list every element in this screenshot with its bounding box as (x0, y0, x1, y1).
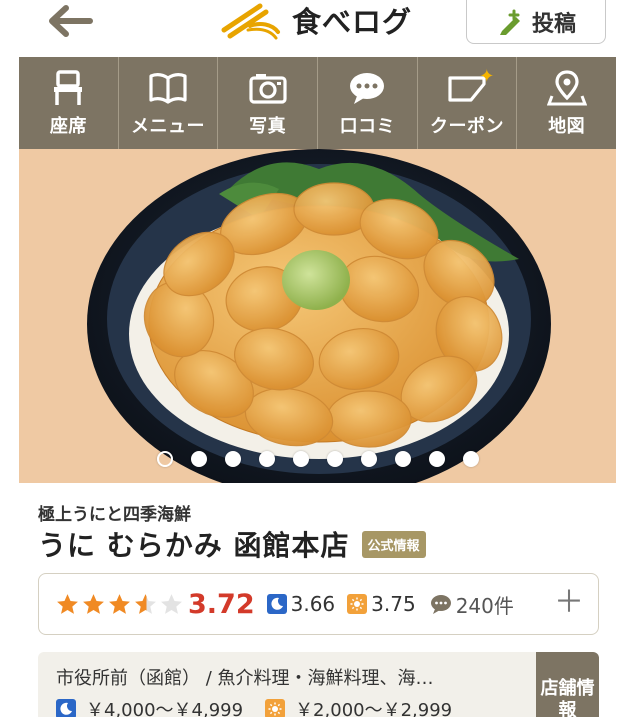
carousel-dot[interactable] (360, 451, 377, 467)
expand-plus-icon[interactable]: ＋ (554, 586, 584, 620)
sun-icon (347, 594, 368, 614)
lunch-score-value: 3.75 (371, 592, 416, 616)
restaurant-title-row: うに むらかみ 函館本店 公式情報 (38, 524, 426, 564)
carousel-dot[interactable] (156, 451, 173, 467)
pencil-plus-icon (499, 9, 520, 35)
moon-icon (56, 699, 76, 717)
hero-photo-carousel[interactable] (19, 149, 616, 483)
nav-item-coupons[interactable]: ✦ クーポン (416, 57, 517, 149)
star-rating (55, 592, 184, 617)
camera-icon (249, 74, 287, 104)
carousel-dot[interactable] (462, 451, 479, 467)
moon-icon (266, 594, 287, 614)
nav-item-menu[interactable]: メニュー (117, 57, 218, 149)
back-arrow-icon (49, 5, 93, 37)
overall-score: 3.72 (188, 588, 255, 620)
nav-label: 写真 (249, 116, 287, 137)
carousel-dot[interactable] (394, 451, 411, 467)
nav-label: 地図 (548, 116, 586, 137)
rating-summary[interactable]: 3.72 3.66 3.75 240件 ＋ (38, 573, 599, 635)
dinner-score: 3.66 (266, 592, 336, 616)
basic-info-panel: 市役所前（函館） / 魚介料理・海鮮料理、海… ￥4,000～￥4,999 ￥2… (38, 652, 536, 717)
nav-label: 口コミ (339, 116, 396, 137)
chopsticks-logo-icon (221, 3, 280, 40)
lunch-score: 3.75 (347, 592, 416, 616)
lunch-budget: ￥2,000～￥2,999 (295, 700, 453, 717)
carousel-indicator (19, 451, 616, 467)
carousel-dot[interactable] (428, 451, 445, 467)
station-genre-text: 市役所前（函館） / 魚介料理・海鮮料理、海… (56, 668, 434, 689)
review-count[interactable]: 240件 (430, 590, 514, 619)
store-info-button[interactable]: 店舗情報 (536, 652, 599, 717)
book-icon (149, 73, 187, 104)
dinner-budget: ￥4,000～￥4,999 (86, 700, 244, 717)
nav-item-photos[interactable]: 写真 (217, 57, 317, 149)
star-full-icon (57, 593, 78, 614)
nav-item-seats[interactable]: 座席 (19, 57, 118, 149)
post-button[interactable]: 投稿 (466, 0, 606, 44)
nav-item-map[interactable]: 地図 (516, 57, 616, 149)
nav-item-reviews[interactable]: 口コミ (317, 57, 417, 149)
sparkle-icon: ✦ (479, 66, 495, 87)
budget-row: ￥4,000～￥4,999 ￥2,000～￥2,999 (56, 696, 452, 717)
back-button[interactable] (46, 4, 98, 38)
post-label: 投稿 (531, 11, 576, 37)
sun-icon (265, 699, 286, 717)
star-half-icon (135, 593, 156, 614)
chair-icon (54, 70, 83, 105)
carousel-dot[interactable] (190, 451, 207, 467)
dinner-score-value: 3.66 (290, 592, 336, 616)
carousel-dot[interactable] (292, 451, 309, 467)
carousel-dot[interactable] (326, 451, 343, 467)
review-count-value: 240件 (455, 593, 514, 618)
comment-icon (430, 595, 451, 614)
restaurant-nav-bar: 座席 メニュー 写真 口コミ ✦ クーポン 地図 (19, 57, 616, 149)
carousel-dot[interactable] (258, 451, 275, 467)
restaurant-name: うに むらかみ 函館本店 (38, 529, 350, 562)
nav-label: メニュー (131, 116, 205, 137)
logo-text: 食べログ (292, 5, 413, 39)
app-header: 食べログ 投稿 (0, 0, 640, 56)
official-info-badge: 公式情報 (361, 530, 426, 558)
nav-label: クーポン (430, 116, 505, 137)
restaurant-subtitle: 極上うにと四季海鮮 (38, 505, 191, 525)
nav-label: 座席 (49, 116, 87, 137)
speech-bubble-icon (350, 73, 385, 104)
star-full-icon (83, 593, 104, 614)
star-empty-icon (161, 593, 182, 614)
tabelog-logo[interactable]: 食べログ (220, 0, 412, 40)
uni-don-photo (19, 149, 616, 483)
map-pin-icon (546, 70, 587, 106)
star-full-icon (109, 593, 130, 614)
carousel-dot[interactable] (224, 451, 241, 467)
